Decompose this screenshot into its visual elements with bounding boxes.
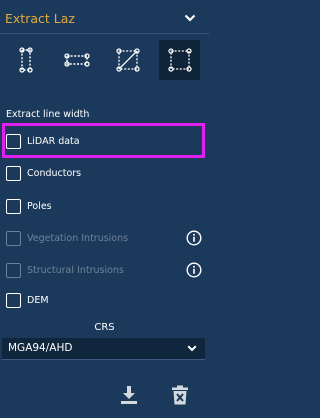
option-poles[interactable]: Poles: [6, 196, 52, 216]
conductors-checkbox[interactable]: [6, 165, 21, 181]
extract-laz-panel: Extract Laz Extract line width LiDAR dat…: [0, 0, 209, 418]
crs-select[interactable]: MGA94/AHD: [2, 338, 205, 360]
option-lidar-data[interactable]: LiDAR data: [6, 131, 80, 151]
lidar-data-checkbox[interactable]: [6, 133, 21, 149]
delete-button[interactable]: [170, 384, 190, 406]
option-vegetation-intrusions: Vegetation Intrusions: [6, 228, 128, 248]
panel-header[interactable]: Extract Laz: [0, 2, 209, 34]
chevron-down-icon[interactable]: [184, 13, 196, 23]
dem-checkbox[interactable]: [6, 292, 21, 308]
option-label: Conductors: [27, 167, 82, 179]
option-label: Vegetation Intrusions: [27, 232, 129, 244]
option-structural-intrusions: Structural Intrusions: [6, 260, 124, 280]
rectangle-box-icon: [167, 48, 192, 72]
option-conductors[interactable]: Conductors: [6, 163, 81, 183]
horizontal-segment-tool-button[interactable]: [57, 40, 96, 80]
option-label: DEM: [27, 294, 49, 306]
poles-checkbox[interactable]: [6, 198, 21, 214]
diagonal-box-icon: [115, 48, 140, 72]
horizontal-segment-icon: [63, 53, 90, 67]
rectangle-box-tool-button[interactable]: [159, 40, 200, 80]
vegetation-intrusions-checkbox: [6, 230, 21, 246]
vertical-segment-tool-button[interactable]: [6, 40, 45, 80]
option-label: LiDAR data: [27, 135, 80, 147]
option-label: Structural Intrusions: [27, 264, 124, 276]
diagonal-box-tool-button[interactable]: [108, 40, 147, 80]
structural-intrusions-checkbox: [6, 262, 21, 278]
download-button[interactable]: [119, 384, 139, 406]
info-icon[interactable]: [186, 262, 202, 278]
info-icon[interactable]: [186, 230, 202, 246]
panel-title: Extract Laz: [5, 11, 75, 26]
selection-tools: [0, 40, 209, 80]
crs-value: MGA94/AHD: [8, 342, 73, 354]
option-dem[interactable]: DEM: [6, 290, 49, 310]
chevron-down-icon: [187, 345, 197, 352]
vertical-segment-icon: [18, 47, 33, 73]
crs-label: CRS: [94, 322, 115, 333]
section-label: Extract line width: [6, 109, 90, 120]
download-icon: [121, 386, 137, 404]
delete-icon: [172, 385, 188, 405]
option-label: Poles: [27, 200, 52, 212]
